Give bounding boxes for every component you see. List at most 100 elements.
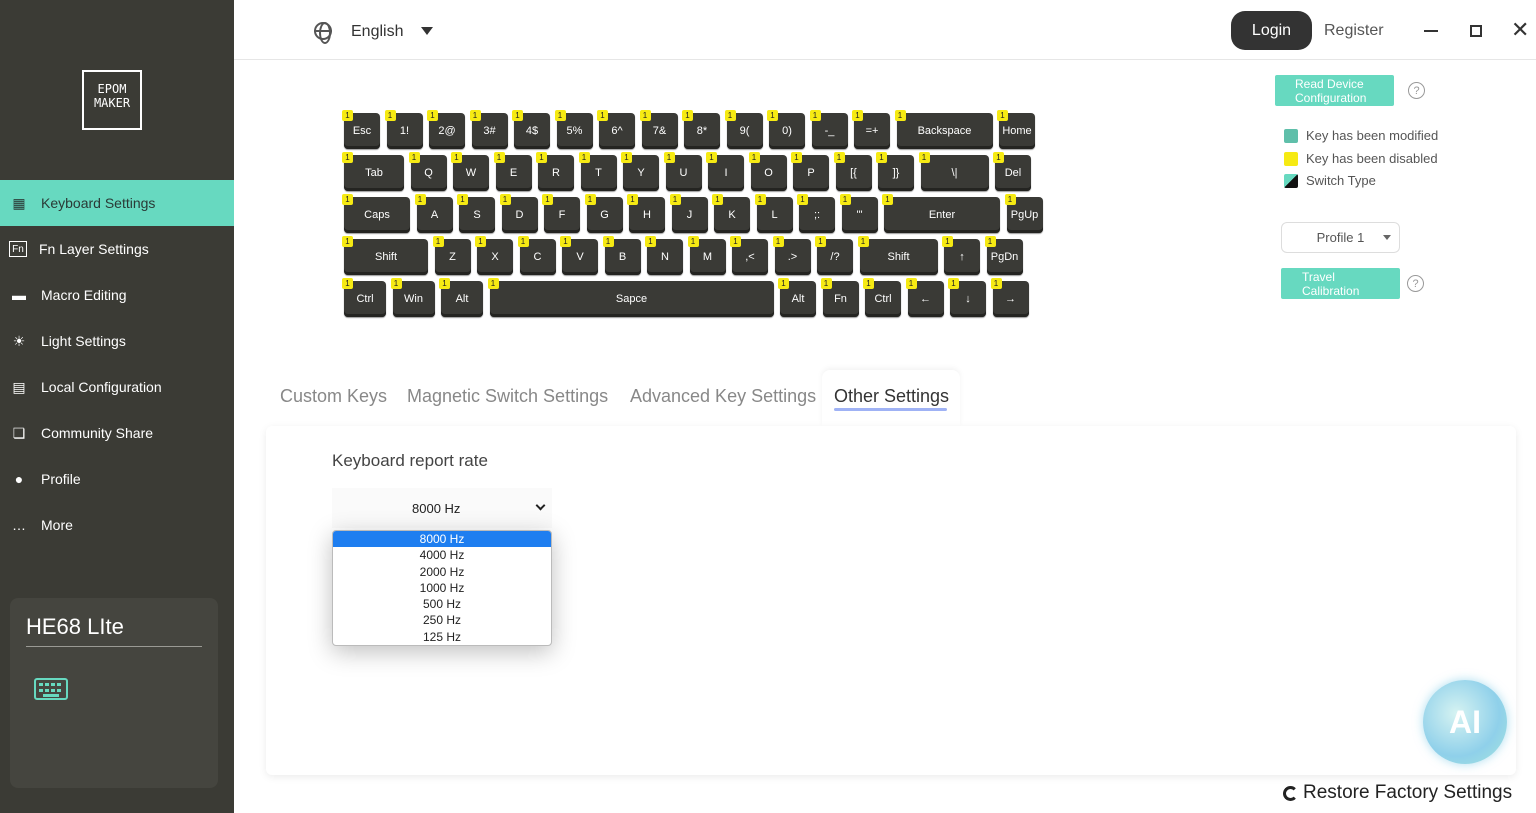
report-rate-select[interactable]: 8000 Hz: [332, 488, 552, 528]
key[interactable]: 1 5%: [554, 110, 593, 149]
read-device-configuration-button[interactable]: Read Device Configuration: [1275, 75, 1394, 106]
key[interactable]: 1 Caps: [342, 194, 410, 233]
key[interactable]: 1 -_: [809, 110, 848, 149]
key[interactable]: 1Z: [432, 236, 471, 275]
key[interactable]: 1G: [584, 194, 623, 233]
key[interactable]: 1S: [457, 194, 495, 233]
key[interactable]: 1 3#: [469, 110, 508, 149]
rate-option[interactable]: 125 Hz: [333, 629, 551, 645]
ai-assistant-button[interactable]: AI: [1423, 680, 1507, 764]
key[interactable]: 1 =+: [852, 110, 890, 149]
key[interactable]: 1 Ctrl: [342, 278, 386, 317]
key[interactable]: 1D: [499, 194, 538, 233]
key[interactable]: 1E: [493, 152, 532, 191]
key[interactable]: 1 .>: [772, 236, 811, 275]
key[interactable]: 1 Enter: [882, 194, 1000, 233]
key[interactable]: 1 Alt: [778, 278, 816, 317]
rate-option[interactable]: 1000 Hz: [333, 580, 551, 596]
rate-option[interactable]: 500 Hz: [333, 596, 551, 612]
help-icon[interactable]: ?: [1408, 82, 1425, 99]
key[interactable]: 1;:: [797, 194, 835, 233]
nav-fn-layer-settings[interactable]: Fn Fn Layer Settings: [0, 226, 234, 272]
key[interactable]: 1P: [791, 152, 829, 191]
key[interactable]: 1F: [542, 194, 580, 233]
key[interactable]: 1 Backspace: [894, 110, 993, 149]
key[interactable]: 1 Win: [390, 278, 435, 317]
key[interactable]: 1 1!: [384, 110, 423, 149]
key[interactable]: 1 \|: [918, 152, 989, 191]
key[interactable]: 1M: [687, 236, 726, 275]
key[interactable]: 1 4$: [512, 110, 550, 149]
key[interactable]: 1U: [663, 152, 702, 191]
key[interactable]: 1I: [706, 152, 744, 191]
nav-profile[interactable]: ● Profile: [0, 456, 234, 502]
register-button[interactable]: Register: [1324, 22, 1384, 40]
key[interactable]: 1 ↑: [942, 236, 980, 275]
profile-select[interactable]: Profile 1: [1281, 222, 1400, 253]
key[interactable]: 1 '": [839, 194, 878, 233]
rate-option[interactable]: 2000 Hz: [333, 564, 551, 580]
tab-advanced-key-settings[interactable]: Advanced Key Settings: [630, 386, 816, 407]
key[interactable]: 1 9(: [724, 110, 763, 149]
help-icon[interactable]: ?: [1407, 275, 1424, 292]
rate-option[interactable]: 8000 Hz: [333, 531, 551, 548]
language-select[interactable]: English: [351, 23, 403, 41]
key[interactable]: 1T: [578, 152, 617, 191]
device-card[interactable]: HE68 LIte: [10, 598, 218, 788]
key[interactable]: 1L: [754, 194, 793, 233]
key[interactable]: 1 ←: [905, 278, 944, 317]
nav-macro-editing[interactable]: ▬ Macro Editing: [0, 272, 234, 318]
key[interactable]: 1 7&: [639, 110, 678, 149]
key[interactable]: 1 PgDn: [984, 236, 1023, 275]
maximize-icon[interactable]: [1470, 25, 1482, 37]
nav-more[interactable]: … More: [0, 502, 234, 548]
key[interactable]: 1B: [602, 236, 641, 275]
key[interactable]: 1 Sapce: [487, 278, 774, 317]
key[interactable]: 1 6^: [597, 110, 635, 149]
login-button[interactable]: Login: [1231, 11, 1312, 50]
key[interactable]: 1 [{: [833, 152, 872, 191]
key[interactable]: 1J: [669, 194, 708, 233]
key[interactable]: 1O: [748, 152, 787, 191]
key[interactable]: 1 ↓: [948, 278, 986, 317]
key[interactable]: 1 Home: [997, 110, 1035, 149]
key[interactable]: 1C: [517, 236, 556, 275]
key[interactable]: 1 PgUp: [1004, 194, 1043, 233]
key[interactable]: 1A: [414, 194, 453, 233]
rate-option[interactable]: 250 Hz: [333, 612, 551, 628]
key[interactable]: 1 0): [767, 110, 805, 149]
key[interactable]: 1 8*: [682, 110, 720, 149]
key[interactable]: 1 ,<: [730, 236, 768, 275]
close-icon[interactable]: ✕: [1511, 17, 1529, 43]
nav-keyboard-settings[interactable]: ▦ Keyboard Settings: [0, 180, 234, 226]
tab-other-settings[interactable]: Other Settings: [834, 386, 949, 407]
rate-option[interactable]: 4000 Hz: [333, 547, 551, 563]
key[interactable]: 1Q: [408, 152, 447, 191]
key[interactable]: 1V: [560, 236, 598, 275]
key[interactable]: 1 Shift: [342, 236, 428, 275]
key[interactable]: 1]}: [876, 152, 914, 191]
key[interactable]: 1 Fn: [820, 278, 859, 317]
key[interactable]: 1N: [645, 236, 683, 275]
restore-factory-settings-button[interactable]: Restore Factory Settings: [1283, 782, 1512, 804]
nav-light-settings[interactable]: ☀ Light Settings: [0, 318, 234, 364]
key[interactable]: 1 Tab: [342, 152, 404, 191]
key[interactable]: 1 Del: [993, 152, 1031, 191]
key[interactable]: 1 Esc: [342, 110, 380, 149]
nav-local-configuration[interactable]: ▤ Local Configuration: [0, 364, 234, 410]
tab-custom-keys[interactable]: Custom Keys: [280, 386, 387, 407]
key[interactable]: 1R: [536, 152, 574, 191]
key[interactable]: 1 →: [990, 278, 1029, 317]
key[interactable]: 1H: [627, 194, 665, 233]
caret-down-icon[interactable]: [421, 27, 433, 35]
key[interactable]: 1 Alt: [439, 278, 483, 317]
key[interactable]: 1 /?: [815, 236, 853, 275]
key[interactable]: 1 Ctrl: [863, 278, 901, 317]
nav-community-share[interactable]: ❏ Community Share: [0, 410, 234, 456]
globe-icon[interactable]: [314, 22, 332, 44]
travel-calibration-button[interactable]: Travel Calibration: [1281, 268, 1400, 299]
key[interactable]: 1 2@: [427, 110, 465, 149]
tab-magnetic-switch-settings[interactable]: Magnetic Switch Settings: [407, 386, 608, 407]
minimize-icon[interactable]: [1424, 30, 1438, 32]
key[interactable]: 1X: [475, 236, 513, 275]
